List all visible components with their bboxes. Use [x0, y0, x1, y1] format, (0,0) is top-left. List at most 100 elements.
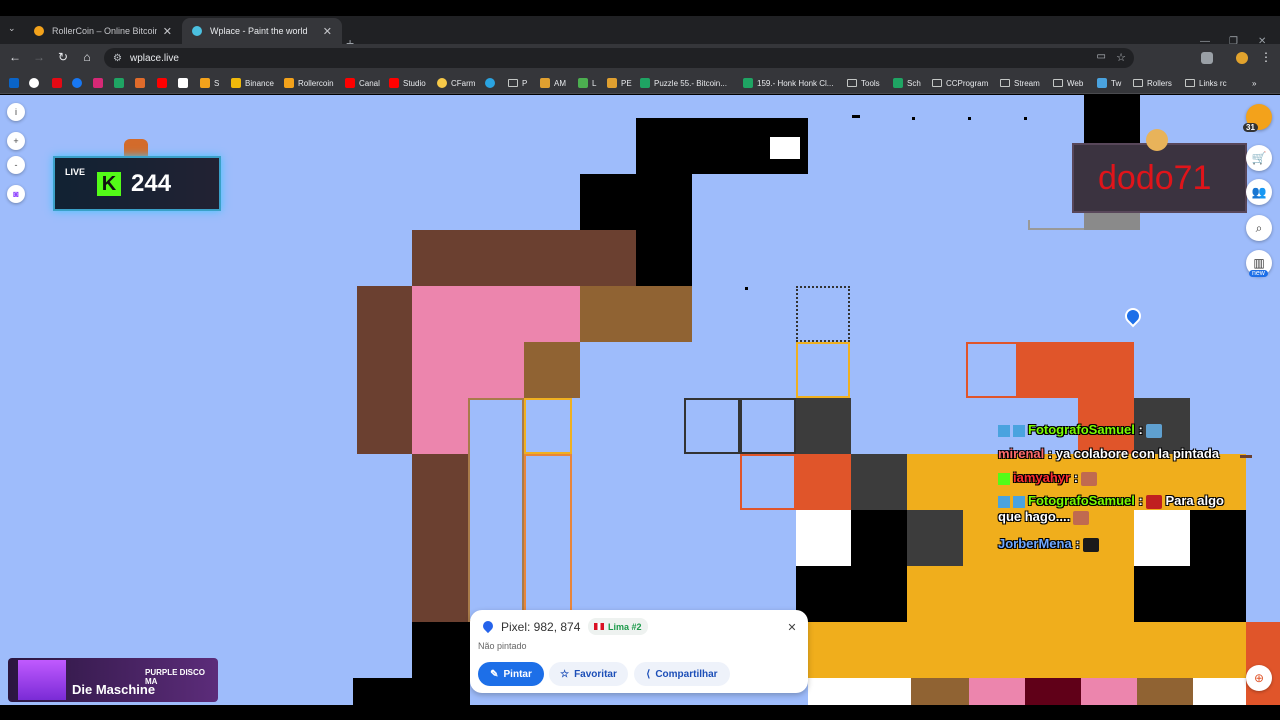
- reload-icon[interactable]: ↻: [55, 50, 71, 64]
- pixel-block: [851, 454, 907, 510]
- info-icon[interactable]: i: [7, 103, 25, 121]
- pixel-block: [1081, 678, 1137, 705]
- pixel-dot: [1024, 117, 1027, 120]
- forward-icon[interactable]: →: [31, 50, 47, 64]
- bookmark-159[interactable]: 159.- Honk Honk Cl...: [743, 77, 833, 89]
- region-badge[interactable]: Lima #2: [588, 618, 648, 635]
- tab-close-icon[interactable]: ✕: [323, 25, 332, 38]
- track-title: Die Maschine: [72, 682, 156, 697]
- share-button[interactable]: ⟨ Compartilhar: [634, 662, 730, 686]
- wplace-favicon-icon: [192, 26, 202, 36]
- bookmark-youtube-icon[interactable]: [157, 77, 171, 89]
- pixel-outline: [468, 398, 524, 622]
- pixel-block: [1190, 510, 1246, 622]
- url-text: wplace.live: [129, 52, 179, 64]
- zoom-in-icon[interactable]: +: [7, 132, 25, 150]
- bookmark-folder-links-rc[interactable]: Links rc: [1185, 77, 1227, 89]
- map-canvas[interactable]: i + - ◙ LIVE K 244 dodo71 31 🛒 👥 ⌕ ▥ new…: [0, 95, 1280, 705]
- chat-emote-icon: [1145, 494, 1162, 509]
- bookmark-l[interactable]: L: [578, 77, 596, 89]
- pixel-block: [357, 286, 412, 454]
- tab-rollercoin[interactable]: RollerCoin – Online Bitcoin Mi ✕: [24, 18, 182, 44]
- bookmarks-overflow-icon[interactable]: »: [1252, 77, 1256, 89]
- menu-icon[interactable]: ⋮: [1258, 50, 1274, 64]
- locate-icon[interactable]: ⊕: [1246, 665, 1272, 691]
- pixel-block: [808, 678, 911, 705]
- bookmark-cfarm[interactable]: CFarm: [437, 77, 475, 89]
- bookmark-facebook-icon[interactable]: [72, 77, 86, 89]
- pixel-block: [851, 510, 907, 566]
- chat-text: ya colabore con la pintada: [1052, 446, 1220, 461]
- share-button-label: Compartilhar: [655, 668, 718, 680]
- zoom-out-icon[interactable]: -: [7, 156, 25, 174]
- tab-search-icon[interactable]: ⌄: [8, 23, 16, 34]
- users-icon[interactable]: 👥: [1246, 179, 1272, 205]
- bookmark-folder-stream[interactable]: Stream: [1000, 77, 1040, 89]
- address-bar[interactable]: ⚙ wplace.live ▭ ☆: [104, 48, 1134, 68]
- star-icon: ☆: [560, 668, 570, 680]
- bookmark-puzzle55[interactable]: Puzzle 55.- Bitcoin...: [640, 77, 727, 89]
- bookmark-am[interactable]: AM: [540, 77, 566, 89]
- pixel-block: [1246, 622, 1280, 705]
- favorite-button[interactable]: ☆ Favoritar: [549, 662, 628, 686]
- chat-user: iamyahyr: [1013, 470, 1071, 485]
- bookmark-netflix-icon[interactable]: [52, 77, 66, 89]
- extensions-icon[interactable]: [1201, 52, 1213, 64]
- back-icon[interactable]: ←: [7, 50, 23, 64]
- bookmark-label: P: [522, 78, 528, 88]
- pixel-block: [796, 510, 851, 566]
- bookmark-folder-ccprogram[interactable]: CCProgram: [932, 77, 988, 89]
- bookmark-binance[interactable]: Binance: [231, 77, 274, 89]
- bookmark-rollercoin[interactable]: Rollercoin: [284, 77, 334, 89]
- bookmark-canal[interactable]: Canal: [345, 77, 380, 89]
- bookmark-tw[interactable]: Tw: [1097, 77, 1121, 89]
- tab-wplace[interactable]: Wplace - Paint the world ✕: [182, 18, 342, 44]
- bookmark-x-icon[interactable]: [178, 77, 192, 89]
- pixel-outline: [524, 454, 572, 622]
- search-icon[interactable]: ⌕: [1246, 215, 1272, 241]
- pixel-outline: [796, 342, 850, 398]
- pixel-block: [412, 286, 580, 342]
- bookmark-folder-tools[interactable]: Tools: [847, 77, 880, 89]
- browser-toolbar: ← → ↻ ⌂ ⚙ wplace.live ▭ ☆ ⋮: [0, 44, 1280, 72]
- level-badge: 31: [1243, 123, 1258, 132]
- profile-avatar-icon[interactable]: [1236, 52, 1248, 64]
- bookmark-stats-icon[interactable]: [135, 77, 149, 89]
- bookmark-telegram-icon[interactable]: [485, 77, 499, 89]
- twitch-icon[interactable]: ◙: [7, 185, 25, 203]
- bookmark-folder-p[interactable]: P: [508, 77, 527, 89]
- chat-emote-icon: [1145, 423, 1162, 438]
- pixel-block: [580, 286, 692, 342]
- bookmark-outlook-icon[interactable]: [9, 77, 23, 89]
- bookmark-studio[interactable]: Studio: [389, 77, 426, 89]
- kick-logo-icon: K: [97, 172, 121, 196]
- home-icon[interactable]: ⌂: [79, 50, 95, 64]
- bookmark-folder-rollers[interactable]: Rollers: [1133, 77, 1172, 89]
- bookmark-star-icon[interactable]: ☆: [1116, 51, 1126, 64]
- cart-icon[interactable]: 🛒: [1246, 145, 1272, 171]
- bookmark-pe[interactable]: PE: [607, 77, 632, 89]
- chat-badge-icon: [1013, 495, 1025, 508]
- pixel-block: [1134, 566, 1190, 622]
- pixel-block: [768, 135, 802, 161]
- pixel-status: Não pintado: [478, 641, 527, 651]
- tab-strip: ⌄ RollerCoin – Online Bitcoin Mi ✕ Wplac…: [0, 16, 1280, 51]
- chat-separator: :: [1070, 470, 1079, 485]
- bookmark-s[interactable]: S: [200, 77, 219, 89]
- cat-mascot-icon: [1146, 129, 1168, 151]
- paint-button[interactable]: ✎ Pintar: [478, 662, 544, 686]
- tab-close-icon[interactable]: ✕: [163, 25, 172, 38]
- close-panel-icon[interactable]: ✕: [783, 618, 801, 636]
- pixel-block: [1018, 342, 1134, 398]
- chat-message: FotografoSamuel : Para algo que hago....: [998, 493, 1248, 525]
- bookmark-threads-icon[interactable]: [29, 77, 43, 89]
- cast-icon[interactable]: ▭: [1097, 51, 1106, 62]
- bookmark-instagram-icon[interactable]: [93, 77, 107, 89]
- bookmark-folder-web[interactable]: Web: [1053, 77, 1083, 89]
- peru-flag-icon: [594, 623, 604, 630]
- site-info-icon[interactable]: ⚙: [113, 53, 122, 64]
- bookmark-sch[interactable]: Sch: [893, 77, 921, 89]
- pixel-outline: [796, 286, 850, 342]
- bookmark-drive-icon[interactable]: [114, 77, 128, 89]
- pixel-block: [796, 398, 851, 454]
